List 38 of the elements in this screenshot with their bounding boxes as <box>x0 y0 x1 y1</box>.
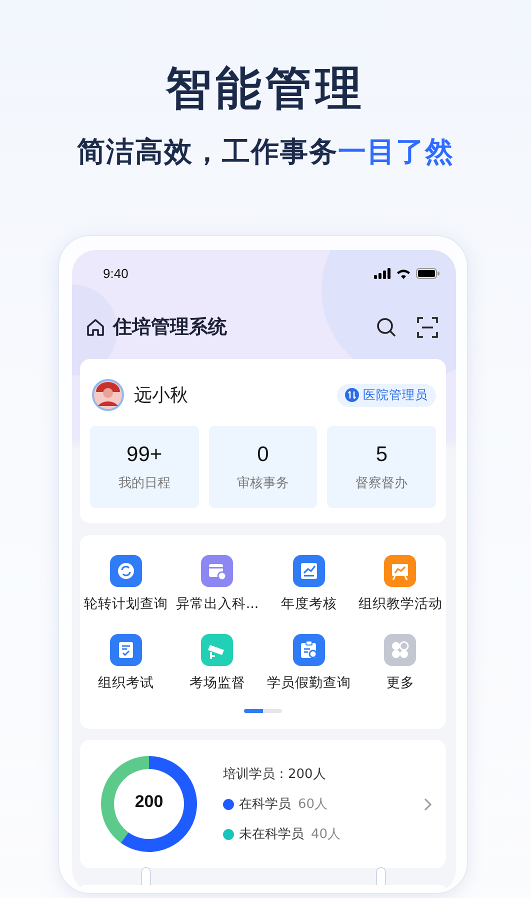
summary-count: 0 <box>257 442 269 466</box>
summary-label: 审核事务 <box>236 474 289 492</box>
menu-item[interactable]: 组织考试 <box>80 634 172 692</box>
headline: 智能管理 <box>164 60 366 117</box>
donut-total: 200 <box>134 792 164 812</box>
legend-count: 60人 <box>298 796 328 813</box>
scan-icon[interactable] <box>417 316 438 338</box>
trainee-total: 培训学员：200人 <box>223 766 327 783</box>
app-title: 住培管理系统 <box>113 315 228 340</box>
switch-icon <box>345 388 359 402</box>
chevron-icon[interactable] <box>424 798 432 810</box>
wifi-icon <box>396 268 411 278</box>
summary-tile[interactable]: 5 督察督办 <box>327 426 436 508</box>
search-icon[interactable] <box>376 316 397 338</box>
status-time: 9:40 <box>103 266 130 280</box>
menu-item[interactable]: 更多 <box>354 634 446 692</box>
menu-item[interactable]: 考场监督 <box>172 634 263 692</box>
role-badge: 医院管理员 <box>337 384 436 406</box>
subtitle: 简洁高效，工作事务一目了然 <box>76 134 455 170</box>
menu-item[interactable]: 年度考核 <box>263 555 354 613</box>
battery-icon <box>416 268 440 278</box>
menu-item[interactable]: 学员假勤查询 <box>263 634 354 692</box>
summary-tile[interactable]: 0 审核事务 <box>208 426 318 508</box>
menu-item[interactable]: 组织教学活动 <box>354 555 446 613</box>
signal-icon <box>374 268 391 278</box>
avatar <box>92 379 124 411</box>
summary-count: 99+ <box>126 442 162 466</box>
legend-label: 在科学员 <box>239 796 291 813</box>
legend-count: 40人 <box>311 826 341 843</box>
summary-label: 我的日程 <box>118 474 170 492</box>
menu-item[interactable]: 轮转计划查询 <box>80 555 172 613</box>
home-icon[interactable] <box>86 318 105 336</box>
menu-item[interactable]: 异常出入科... <box>172 555 263 613</box>
summary-count: 5 <box>376 442 388 466</box>
user-name: 远小秋 <box>134 384 189 407</box>
legend-label: 未在科学员 <box>239 826 304 843</box>
summary-tile[interactable]: 99+ 我的日程 <box>90 426 199 508</box>
summary-label: 督察督办 <box>356 474 408 492</box>
